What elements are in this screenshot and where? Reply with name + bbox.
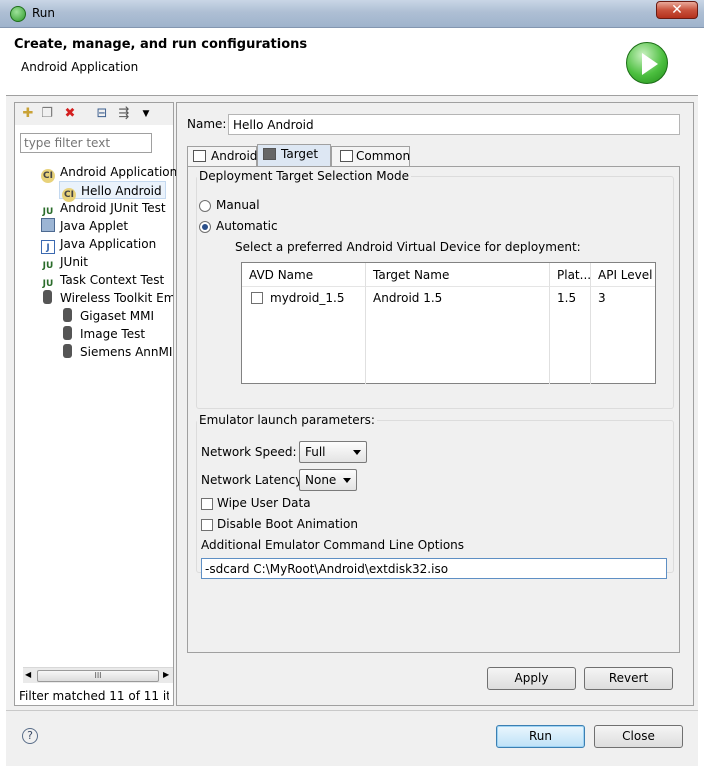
name-label: Name: bbox=[187, 117, 227, 131]
scroll-right-icon[interactable]: ▶ bbox=[163, 670, 169, 679]
collapse-all-icon[interactable]: ⊟ bbox=[95, 107, 109, 121]
applet-icon bbox=[41, 218, 55, 232]
tree-item-java-applet[interactable]: Java Applet bbox=[41, 217, 128, 235]
network-speed-label: Network Speed: bbox=[201, 445, 297, 459]
cmd-options-input[interactable] bbox=[201, 558, 667, 579]
platform-header[interactable]: Plat... bbox=[550, 263, 591, 287]
target-name-cell: Android 1.5 bbox=[366, 287, 550, 384]
emulator-params-group: Emulator launch parameters: Network Spee… bbox=[196, 413, 674, 579]
avd-select-checkbox[interactable] bbox=[251, 292, 263, 304]
tree-item-android-junit-test[interactable]: JU Android JUnit Test bbox=[41, 199, 166, 217]
phone-icon bbox=[43, 290, 52, 304]
tree-item-java-application[interactable]: J Java Application bbox=[41, 235, 156, 254]
new-config-icon[interactable]: ✚ bbox=[21, 107, 35, 121]
tree-item-image-test[interactable]: Image Test bbox=[61, 325, 145, 343]
chevron-down-icon[interactable]: ▼ bbox=[139, 107, 153, 121]
delete-config-icon[interactable]: ✖ bbox=[63, 107, 77, 121]
configuration-tree-pane: ✚ ❐ ✖ ⊟ ⇶ ▼ CIAndroid Application CIHell… bbox=[14, 102, 177, 706]
dialog-footer: Run Close bbox=[6, 710, 698, 766]
platform-cell: 1.5 bbox=[550, 287, 591, 384]
manual-label[interactable]: Manual bbox=[216, 198, 260, 212]
avd-table: AVD Name Target Name Plat... API Level m… bbox=[241, 262, 656, 384]
disable-boot-animation-checkbox[interactable] bbox=[201, 519, 213, 531]
common-tab-icon bbox=[340, 150, 353, 162]
tree-item-task-context-test[interactable]: JU Task Context Test bbox=[41, 271, 165, 289]
deployment-target-group: Deployment Target Selection Mode Manual … bbox=[196, 169, 674, 409]
tree-item-junit[interactable]: JU JUnit bbox=[41, 253, 88, 271]
deployment-target-legend: Deployment Target Selection Mode bbox=[199, 169, 409, 183]
dialog-title: Create, manage, and run configurations bbox=[14, 37, 308, 52]
emulator-params-legend: Emulator launch parameters: bbox=[199, 413, 375, 427]
config-name-input[interactable] bbox=[228, 114, 680, 135]
chevron-down-icon bbox=[353, 450, 361, 455]
eclipse-app-icon bbox=[10, 6, 26, 22]
manual-radio[interactable] bbox=[199, 200, 211, 212]
phone-icon bbox=[63, 308, 72, 322]
target-tab-panel: Deployment Target Selection Mode Manual … bbox=[187, 166, 680, 653]
avd-name-header[interactable]: AVD Name bbox=[242, 263, 366, 287]
network-speed-select[interactable]: Full bbox=[299, 441, 367, 463]
chevron-down-icon bbox=[343, 478, 351, 483]
tree-item-hello-android[interactable]: CI Hello Android bbox=[59, 181, 166, 202]
target-tab-icon bbox=[263, 148, 276, 160]
title-bar: Run ✕ bbox=[0, 0, 704, 28]
help-icon[interactable]: ? bbox=[22, 728, 38, 744]
tree-item-siemens-annmid[interactable]: Siemens AnnMID bbox=[61, 343, 173, 361]
run-icon bbox=[626, 42, 668, 84]
android-tab-icon bbox=[193, 150, 206, 162]
tree-horizontal-scrollbar[interactable]: ◀ III ▶ bbox=[23, 667, 173, 683]
api-level-cell: 3 bbox=[598, 291, 606, 305]
filter-configs-icon[interactable]: ⇶ bbox=[117, 107, 131, 121]
network-latency-select[interactable]: None bbox=[299, 469, 357, 491]
apply-button[interactable]: Apply bbox=[487, 667, 576, 690]
filter-status: Filter matched 11 of 11 item bbox=[19, 689, 169, 703]
tab-target[interactable]: Target bbox=[257, 144, 331, 166]
revert-button[interactable]: Revert bbox=[584, 667, 673, 690]
tree-item-gigaset-mmi[interactable]: Gigaset MMI bbox=[61, 307, 154, 325]
wipe-user-data-checkbox[interactable] bbox=[201, 498, 213, 510]
disable-boot-animation-label[interactable]: Disable Boot Animation bbox=[217, 517, 358, 531]
avd-name-cell[interactable]: mydroid_1.5 bbox=[242, 287, 366, 384]
android-app-icon: CI bbox=[41, 169, 55, 183]
duplicate-config-icon[interactable]: ❐ bbox=[40, 107, 54, 121]
close-button[interactable]: Close bbox=[594, 725, 683, 748]
avd-prompt: Select a preferred Android Virtual Devic… bbox=[235, 240, 581, 254]
java-app-icon: J bbox=[41, 240, 55, 254]
target-name-header[interactable]: Target Name bbox=[366, 263, 550, 287]
phone-icon bbox=[63, 326, 72, 340]
automatic-radio[interactable] bbox=[199, 221, 211, 233]
tree-item-wireless-toolkit[interactable]: Wireless Toolkit Emu bbox=[41, 289, 173, 307]
network-latency-label: Network Latency: bbox=[201, 473, 306, 487]
scroll-left-icon[interactable]: ◀ bbox=[25, 670, 31, 679]
automatic-label[interactable]: Automatic bbox=[216, 219, 278, 233]
dialog-subtitle: Android Application bbox=[21, 60, 139, 74]
tab-android[interactable]: Android bbox=[187, 146, 257, 166]
scrollbar-thumb[interactable]: III bbox=[37, 670, 159, 682]
tab-common[interactable]: Common bbox=[331, 146, 410, 166]
configuration-editor: Name: Android Target Common Deployment T… bbox=[176, 102, 694, 706]
dialog-body: ✚ ❐ ✖ ⊟ ⇶ ▼ CIAndroid Application CIHell… bbox=[6, 96, 698, 710]
cmd-options-label: Additional Emulator Command Line Options bbox=[201, 538, 465, 552]
run-button[interactable]: Run bbox=[496, 725, 585, 748]
filter-input[interactable] bbox=[20, 133, 152, 153]
wipe-user-data-label[interactable]: Wipe User Data bbox=[217, 496, 311, 510]
dialog-header: Create, manage, and run configurations A… bbox=[6, 28, 698, 96]
phone-icon bbox=[63, 344, 72, 358]
api-level-header[interactable]: API Level bbox=[591, 263, 655, 287]
window-close-button[interactable]: ✕ bbox=[656, 1, 698, 19]
config-toolbar: ✚ ❐ ✖ ⊟ ⇶ ▼ bbox=[15, 103, 173, 125]
window-title: Run bbox=[32, 6, 56, 20]
tree-item-android-application[interactable]: CI Android Application bbox=[41, 163, 177, 183]
